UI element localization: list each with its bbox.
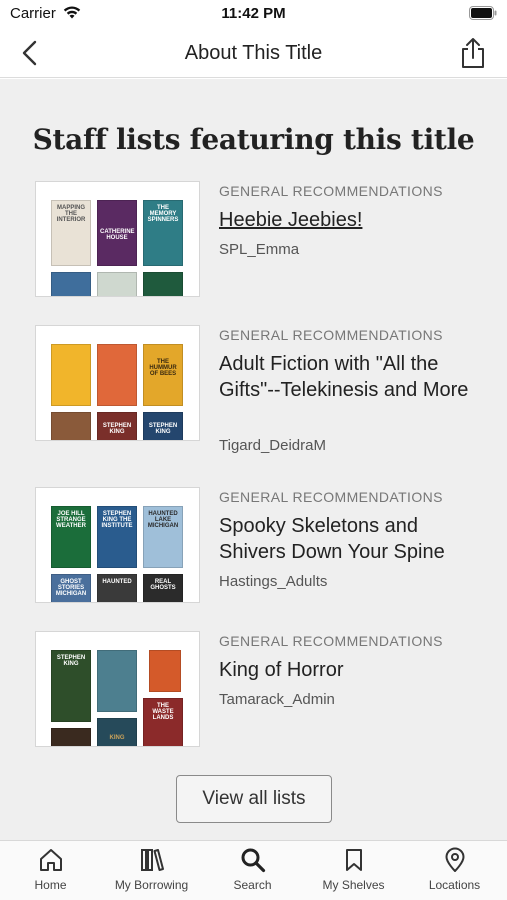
status-bar: Carrier 11:42 PM: [0, 0, 507, 28]
list-author: SPL_Emma: [219, 241, 300, 258]
book-cover: STEPHEN KING THE INSTITUTE: [97, 506, 137, 568]
book-cover: HAUNTED LAKE MICHIGAN: [143, 506, 183, 568]
view-all-lists-button[interactable]: View all lists: [176, 775, 332, 823]
battery-icon: [469, 6, 497, 20]
list-category: GENERAL RECOMMENDATIONS: [219, 327, 443, 343]
list-category: GENERAL RECOMMENDATIONS: [219, 633, 443, 649]
location-pin-icon: [445, 847, 464, 872]
book-cover: KING: [97, 718, 137, 746]
bottom-tab-bar: Home My Borrowing Search My Shelves Loca…: [0, 840, 507, 900]
book-cover: [51, 272, 91, 296]
book-cover: [51, 344, 91, 406]
list-cover-collage: STEPHEN KING KING THE WASTE LANDS: [35, 631, 200, 747]
share-icon[interactable]: [459, 37, 487, 69]
tab-label: Search: [233, 878, 272, 892]
tab-label: My Shelves: [322, 878, 385, 892]
book-cover: [97, 272, 137, 296]
book-cover: REAL GHOSTS: [143, 574, 183, 602]
section-heading: Staff lists featuring this title: [32, 123, 475, 156]
book-cover: STEPHEN KING: [97, 412, 137, 440]
tab-label: Locations: [428, 878, 481, 892]
book-cover: MAPPING THE INTERIOR: [51, 200, 91, 266]
book-cover: [149, 650, 181, 692]
list-cover-collage: THE HUMMUR OF BEES STEPHEN KING STEPHEN …: [35, 325, 200, 441]
book-cover: STEPHEN KING: [143, 412, 183, 440]
list-title[interactable]: Spooky Skeletons and Shivers Down Your S…: [219, 513, 475, 565]
staff-list-card[interactable]: MAPPING THE INTERIOR CATHERINE HOUSE THE…: [35, 181, 475, 297]
book-cover: THE WASTE LANDS: [143, 698, 183, 746]
book-cover: CATHERINE HOUSE: [97, 200, 137, 266]
tab-my-borrowing[interactable]: My Borrowing: [101, 847, 202, 899]
book-cover: GHOST STORIES MICHIGAN: [51, 574, 91, 602]
book-cover: HAUNTED: [97, 574, 137, 602]
book-cover: THE HUMMUR OF BEES: [143, 344, 183, 406]
books-icon: [140, 849, 164, 871]
list-author: Tigard_DeidraM: [219, 437, 326, 454]
list-title[interactable]: Heebie Jeebies!: [219, 207, 475, 233]
tab-label: My Borrowing: [114, 878, 189, 892]
search-icon: [241, 848, 265, 873]
list-cover-collage: MAPPING THE INTERIOR CATHERINE HOUSE THE…: [35, 181, 200, 297]
status-time: 11:42 PM: [221, 5, 286, 22]
staff-list-card[interactable]: STEPHEN KING KING THE WASTE LANDS GENERA…: [35, 631, 475, 747]
tab-locations[interactable]: Locations: [404, 847, 505, 899]
book-cover: THE MEMORY SPINNERS: [143, 200, 183, 266]
list-title[interactable]: King of Horror: [219, 657, 475, 683]
list-author: Hastings_Adults: [219, 573, 328, 590]
book-cover: STEPHEN KING: [51, 650, 91, 722]
list-title[interactable]: Adult Fiction with "All the Gifts"--Tele…: [219, 351, 475, 403]
book-cover: [51, 728, 91, 746]
bookmark-icon: [345, 849, 362, 871]
tab-home[interactable]: Home: [0, 847, 101, 899]
tab-search[interactable]: Search: [202, 847, 303, 899]
book-cover: JOE HILL STRANGE WEATHER: [51, 506, 91, 568]
book-cover: [51, 412, 91, 440]
staff-list-card[interactable]: JOE HILL STRANGE WEATHER STEPHEN KING TH…: [35, 487, 475, 603]
tab-my-shelves[interactable]: My Shelves: [303, 847, 404, 899]
list-cover-collage: JOE HILL STRANGE WEATHER STEPHEN KING TH…: [35, 487, 200, 603]
list-author: Tamarack_Admin: [219, 691, 335, 708]
list-category: GENERAL RECOMMENDATIONS: [219, 489, 443, 505]
navigation-bar: About This Title: [0, 28, 507, 78]
page-title: About This Title: [184, 42, 323, 64]
tab-label: Home: [34, 878, 67, 892]
book-cover: [143, 272, 183, 296]
book-cover: [97, 650, 137, 712]
book-cover: [97, 344, 137, 406]
list-category: GENERAL RECOMMENDATIONS: [219, 183, 443, 199]
staff-list-card[interactable]: THE HUMMUR OF BEES STEPHEN KING STEPHEN …: [35, 325, 475, 454]
staff-lists-section: Staff lists featuring this title MAPPING…: [0, 79, 507, 840]
home-icon: [39, 849, 62, 871]
